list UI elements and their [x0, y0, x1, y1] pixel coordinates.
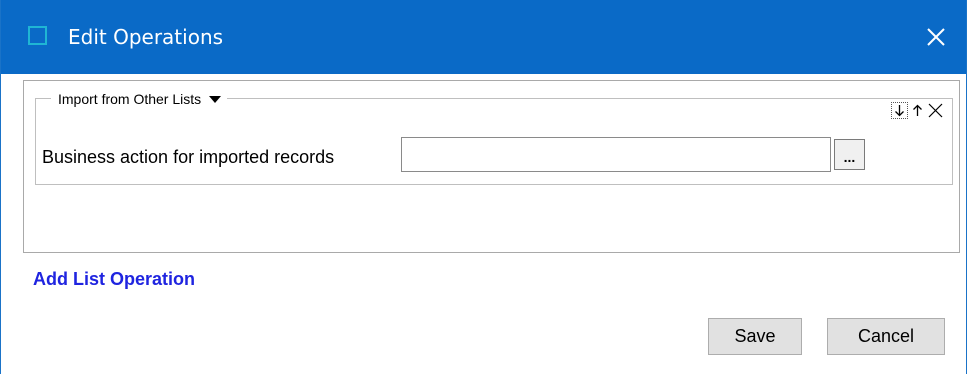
business-action-label: Business action for imported records [42, 147, 335, 167]
move-down-icon [895, 105, 904, 117]
caret-down-icon [209, 95, 222, 103]
dialog-title: Edit Operations [68, 25, 224, 49]
move-up-icon [913, 104, 922, 116]
move-down-button[interactable] [891, 102, 908, 119]
operation-group-import: Import from Other Lists Business action … [35, 89, 953, 185]
business-action-input[interactable] [401, 137, 831, 172]
title-bar: Edit Operations [1, 0, 966, 74]
remove-operation-button[interactable] [927, 102, 944, 119]
edit-operations-dialog: Edit Operations Import from Other Lists [0, 0, 967, 374]
cancel-button[interactable]: Cancel [827, 318, 945, 355]
operation-type-dropdown[interactable]: Import from Other Lists [51, 89, 228, 109]
operations-panel: Import from Other Lists Business action … [23, 80, 960, 253]
browse-button[interactable]: ... [834, 139, 865, 170]
remove-icon [928, 103, 943, 118]
operation-type-label: Import from Other Lists [58, 91, 202, 107]
move-up-button[interactable] [909, 102, 926, 119]
save-button[interactable]: Save [708, 318, 802, 355]
operation-toolbar [891, 102, 944, 119]
close-icon [927, 28, 945, 46]
add-list-operation-link[interactable]: Add List Operation [33, 269, 195, 290]
close-button[interactable] [906, 0, 966, 74]
window-square-icon [28, 26, 47, 45]
